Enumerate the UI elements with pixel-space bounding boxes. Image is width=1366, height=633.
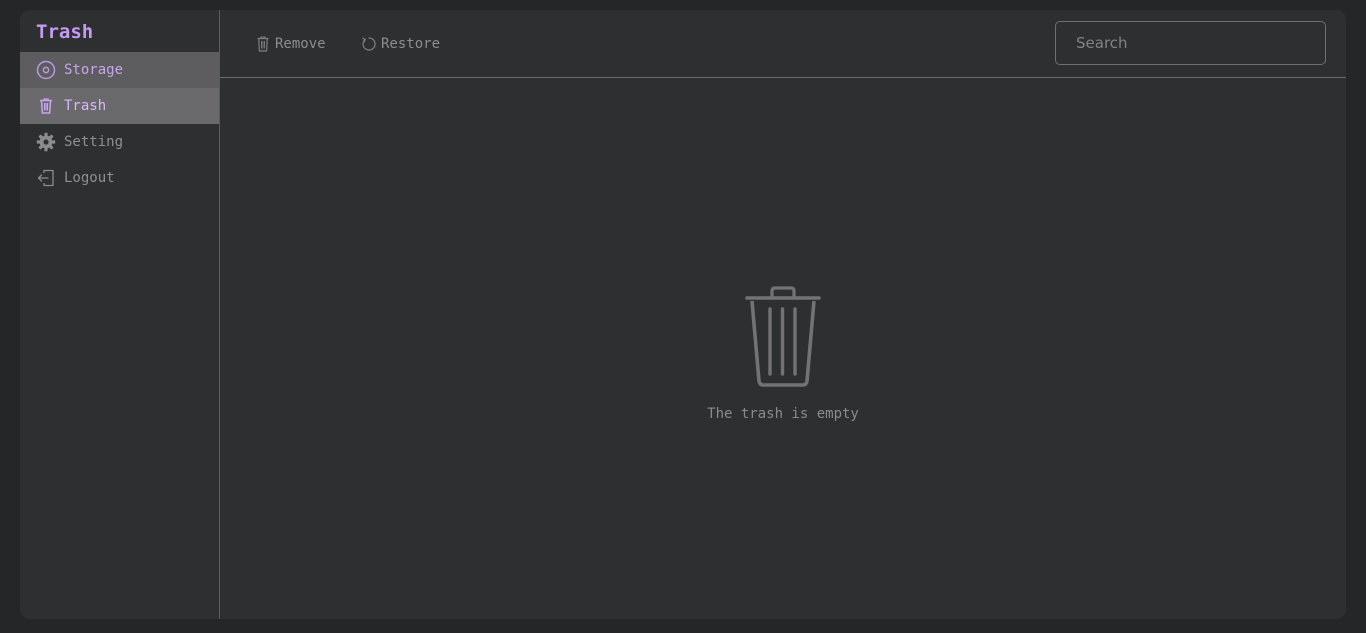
app-title: Trash: [36, 21, 94, 43]
trash-can-icon: [745, 286, 821, 394]
empty-state: The trash is empty: [220, 286, 1346, 423]
sidebar-nav: Storage Trash Setting Logout: [20, 52, 219, 196]
sidebar-item-label: Logout: [64, 170, 115, 186]
sidebar-item-label: Trash: [64, 98, 107, 114]
toolbar: Remove Restore: [220, 10, 1346, 78]
sidebar: Trash Storage Trash Setting Logout: [20, 10, 220, 619]
main-panel: Remove Restore Search The trash is empty: [220, 10, 1346, 619]
logout-icon: [36, 168, 56, 188]
empty-message: The trash is empty: [707, 406, 859, 422]
trash-icon: [255, 36, 271, 52]
sidebar-item-setting[interactable]: Setting: [20, 124, 219, 160]
sidebar-item-storage[interactable]: Storage: [20, 52, 219, 88]
gear-icon: [36, 132, 56, 152]
sidebar-item-logout[interactable]: Logout: [20, 160, 219, 196]
remove-button[interactable]: Remove: [255, 33, 326, 55]
remove-label: Remove: [275, 36, 326, 52]
disc-icon: [36, 60, 56, 80]
search-input[interactable]: [1055, 21, 1326, 65]
sidebar-item-trash[interactable]: Trash: [20, 88, 219, 124]
sidebar-item-label: Setting: [64, 134, 124, 150]
restore-icon: [361, 36, 377, 52]
restore-button[interactable]: Restore: [361, 33, 440, 55]
app-window: Trash Storage Trash Setting Logout Remov…: [20, 10, 1346, 619]
trash-icon: [36, 96, 56, 116]
sidebar-item-label: Storage: [64, 62, 124, 78]
restore-label: Restore: [381, 36, 441, 52]
